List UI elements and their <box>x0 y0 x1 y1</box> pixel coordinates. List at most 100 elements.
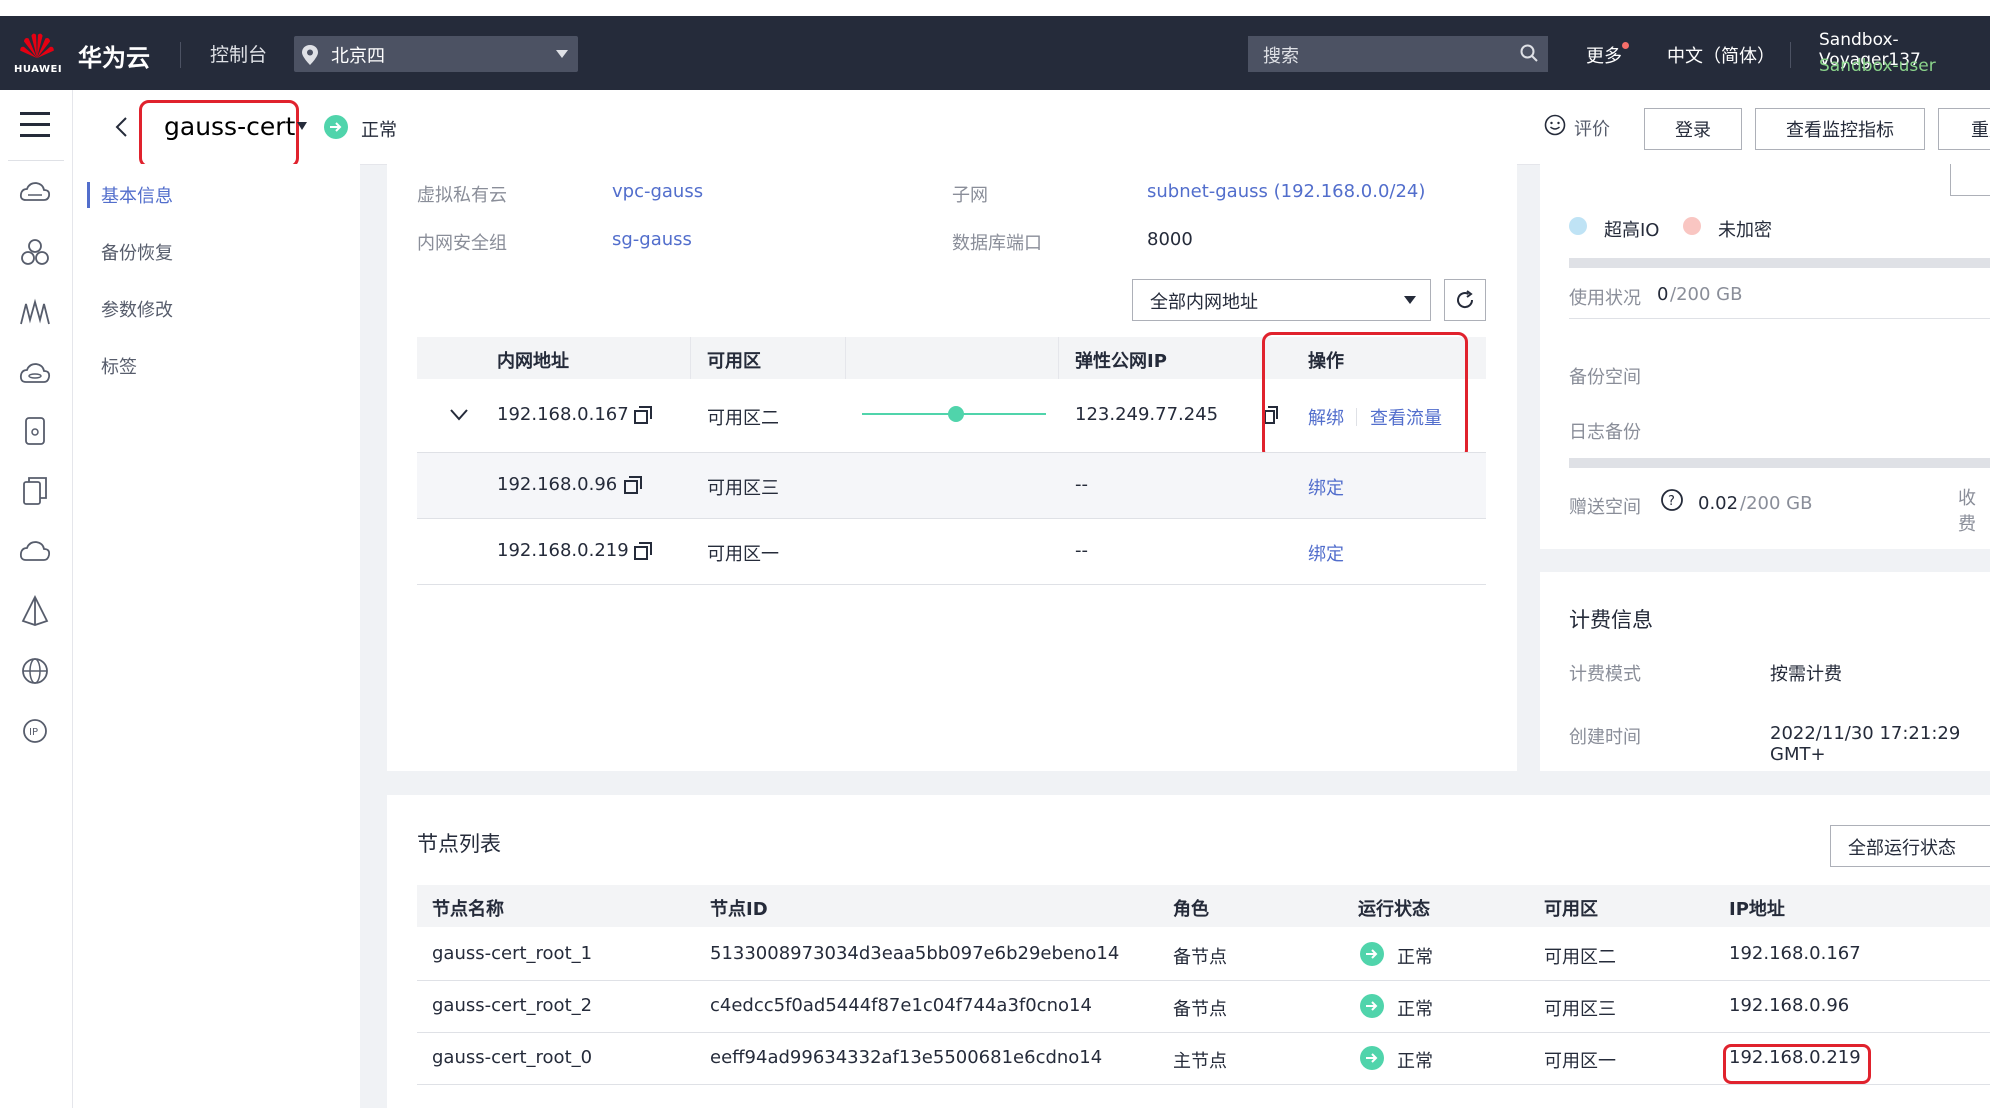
cluster-icon[interactable] <box>18 236 52 270</box>
cloud-db-icon[interactable] <box>18 356 52 390</box>
address-eip: 123.249.77.245 <box>1075 404 1219 425</box>
sidebar-item-backup[interactable]: 备份恢复 <box>101 239 173 265</box>
address-filter-label: 全部内网地址 <box>1150 292 1258 313</box>
smile-icon[interactable] <box>1544 114 1566 136</box>
subnet-link[interactable]: subnet-gauss (192.168.0.0/24) <box>1147 181 1425 202</box>
node-status: 正常 <box>1397 999 1433 1020</box>
expand-chevron-icon[interactable] <box>450 409 468 421</box>
sidebar-item-params[interactable]: 参数修改 <box>101 296 173 322</box>
huawei-logo-icon[interactable] <box>18 32 56 60</box>
huawei-logo-text: HUAWEI <box>14 64 63 75</box>
menu-icon[interactable] <box>20 112 50 138</box>
node-role: 备节点 <box>1173 947 1227 968</box>
status-ok-icon <box>1360 942 1384 966</box>
refresh-icon <box>1457 290 1474 309</box>
status-ok-icon <box>1360 994 1384 1018</box>
address-ip: 192.168.0.96 <box>497 474 618 495</box>
vpc-label: 虚拟私有云 <box>417 185 507 206</box>
copy-icon[interactable] <box>634 406 652 424</box>
node-status: 正常 <box>1397 947 1433 968</box>
usage-total: /200 GB <box>1670 284 1743 305</box>
rate-link[interactable]: 评价 <box>1574 115 1610 141</box>
address-ip: 192.168.0.167 <box>497 404 629 425</box>
login-button[interactable]: 登录 <box>1644 108 1742 150</box>
search-icon[interactable] <box>1520 44 1538 62</box>
row-divider <box>417 980 1990 981</box>
divider <box>690 337 691 379</box>
status-ok-icon <box>1360 1046 1384 1070</box>
network-icon[interactable] <box>18 594 52 628</box>
more-menu[interactable]: 更多 <box>1586 42 1622 68</box>
backup-space-label: 备份空间 <box>1569 367 1641 388</box>
cloud-server-icon[interactable] <box>18 176 52 210</box>
sidebar-item-basic-info[interactable]: 基本信息 <box>101 182 173 208</box>
divider <box>1569 318 1990 319</box>
chevron-down-icon <box>1404 296 1416 304</box>
help-icon[interactable]: ? <box>1660 488 1684 512</box>
node-id: c4edcc5f0ad5444f87e1c04f744a3f0cno14 <box>710 995 1092 1016</box>
billing-title: 计费信息 <box>1569 608 1653 632</box>
language-menu[interactable]: 中文（简体） <box>1667 42 1775 68</box>
io-type: 超高IO <box>1604 220 1660 241</box>
row-divider <box>417 518 1486 519</box>
node-name: gauss-cert_root_0 <box>432 1047 593 1068</box>
location-icon <box>302 45 318 65</box>
console-link[interactable]: 控制台 <box>210 40 267 67</box>
highlight-node-ip <box>1723 1044 1871 1084</box>
bind-link[interactable]: 绑定 <box>1308 474 1344 500</box>
node-az: 可用区一 <box>1544 1051 1616 1072</box>
storage-action-button[interactable] <box>1950 164 1990 196</box>
node-role: 备节点 <box>1173 999 1227 1020</box>
col-ip: IP地址 <box>1729 899 1785 920</box>
node-status: 正常 <box>1397 1051 1433 1072</box>
security-group-label: 内网安全组 <box>417 233 507 254</box>
col-internal-ip: 内网地址 <box>497 351 569 372</box>
ip-icon[interactable]: IP <box>18 714 52 748</box>
usage-value: 0 <box>1657 284 1669 305</box>
bind-link[interactable]: 绑定 <box>1308 540 1344 566</box>
highlight-operations <box>1262 332 1468 460</box>
log-backup-label: 日志备份 <box>1569 422 1641 443</box>
gift-space-value: 0.02 <box>1698 493 1739 514</box>
col-role: 角色 <box>1173 899 1209 920</box>
db-port-value: 8000 <box>1147 229 1193 250</box>
copy-icon[interactable] <box>624 476 642 494</box>
node-az: 可用区三 <box>1544 999 1616 1020</box>
created-time-value: 2022/11/30 17:21:29 GMT+ <box>1770 723 1961 765</box>
row-divider <box>417 1032 1990 1033</box>
address-eip: -- <box>1075 474 1088 495</box>
db-port-label: 数据库端口 <box>952 233 1042 254</box>
address-eip: -- <box>1075 540 1088 561</box>
user-name[interactable]: Sandbox-user <box>1819 56 1936 76</box>
view-monitor-button[interactable]: 查看监控指标 <box>1755 108 1925 150</box>
restart-button[interactable]: 重启 <box>1938 108 1990 150</box>
status-filter-label: 全部运行状态 <box>1848 838 1956 859</box>
usage-progress-bar <box>1569 258 1990 268</box>
monitor-icon[interactable] <box>18 296 52 330</box>
cloud-icon[interactable] <box>18 534 52 568</box>
globe-icon[interactable] <box>18 654 52 688</box>
security-group-link[interactable]: sg-gauss <box>612 229 692 250</box>
svg-text:IP: IP <box>29 727 38 738</box>
address-az: 可用区二 <box>707 408 779 429</box>
brand-name[interactable]: 华为云 <box>78 38 150 73</box>
back-icon[interactable] <box>114 116 128 138</box>
copy-icon[interactable] <box>634 542 652 560</box>
storage-icon[interactable] <box>18 414 52 448</box>
billing-mode-value: 按需计费 <box>1770 664 1842 685</box>
chevron-down-icon[interactable] <box>297 122 307 130</box>
col-eip: 弹性公网IP <box>1075 351 1167 372</box>
divider <box>180 42 181 68</box>
subnet-label: 子网 <box>952 185 988 206</box>
col-node-name: 节点名称 <box>432 899 504 920</box>
vpc-link[interactable]: vpc-gauss <box>612 181 703 202</box>
col-node-az: 可用区 <box>1544 899 1598 920</box>
sidebar-item-tags[interactable]: 标签 <box>101 353 137 379</box>
active-indicator <box>87 182 90 208</box>
divider <box>8 160 64 161</box>
encryption-status: 未加密 <box>1718 220 1772 241</box>
address-ip: 192.168.0.219 <box>497 540 629 561</box>
binding-dot-icon <box>948 406 964 422</box>
node-id: 5133008973034d3eaa5bb097e6b29ebeno14 <box>710 943 1120 964</box>
backup-icon[interactable] <box>18 474 52 508</box>
